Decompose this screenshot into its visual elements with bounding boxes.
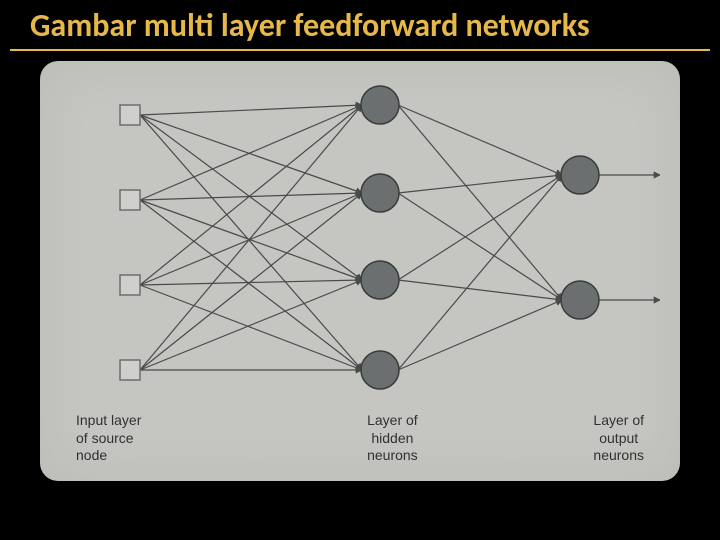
edge [140, 115, 362, 280]
input-node-1 [120, 190, 140, 210]
output-node-0 [561, 156, 599, 194]
caption-row: Input layerof sourcenode Layer ofhiddenn… [40, 412, 680, 465]
slide: Gambar multi layer feedforward networks … [0, 0, 720, 540]
edge [398, 300, 562, 370]
hidden-node-3 [361, 351, 399, 389]
edge [140, 280, 362, 370]
caption-output: Layer ofoutputneurons [593, 412, 644, 465]
edge [398, 193, 562, 300]
hidden-node-2 [361, 261, 399, 299]
edge [140, 105, 362, 115]
edges-group [140, 105, 660, 370]
edge [140, 105, 362, 285]
input-node-3 [120, 360, 140, 380]
caption-hidden: Layer ofhiddenneurons [367, 412, 418, 465]
edge [140, 285, 362, 370]
network-svg [60, 75, 660, 405]
edge [398, 105, 562, 175]
edge [140, 105, 362, 370]
output-node-1 [561, 281, 599, 319]
caption-input: Input layerof sourcenode [76, 412, 141, 465]
edge [140, 193, 362, 285]
edge [140, 200, 362, 370]
input-node-0 [120, 105, 140, 125]
edge [140, 193, 362, 200]
edge [140, 200, 362, 280]
slide-title: Gambar multi layer feedforward networks [10, 0, 710, 51]
edge [398, 105, 562, 300]
network-figure: Input layerof sourcenode Layer ofhiddenn… [40, 61, 680, 481]
figure-wrap: Input layerof sourcenode Layer ofhiddenn… [0, 57, 720, 540]
edge [140, 193, 362, 370]
hidden-node-1 [361, 174, 399, 212]
hidden-node-0 [361, 86, 399, 124]
edge [398, 175, 562, 370]
edge [398, 280, 562, 300]
nodes-group [120, 86, 599, 389]
edge [140, 115, 362, 370]
input-node-2 [120, 275, 140, 295]
